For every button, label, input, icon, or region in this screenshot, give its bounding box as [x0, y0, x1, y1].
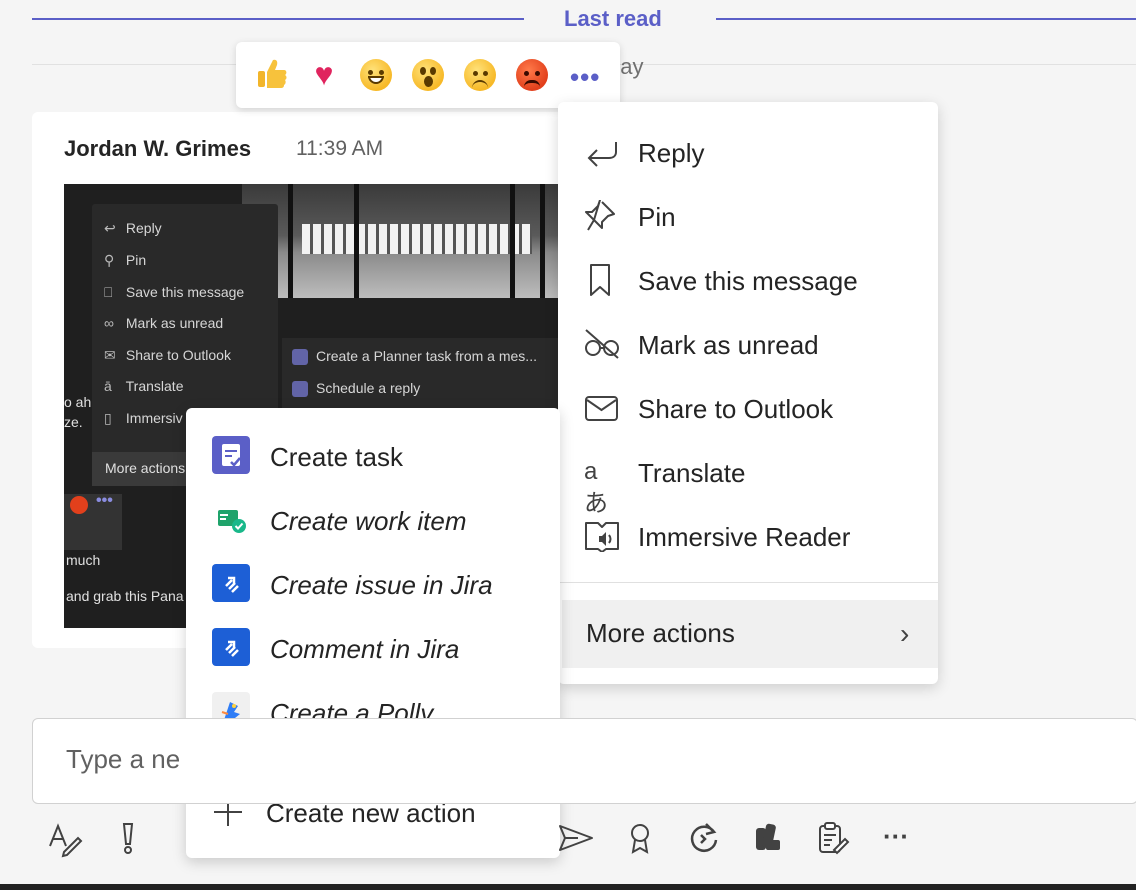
image-scene	[242, 184, 558, 298]
immersive-reader-icon	[585, 522, 619, 552]
mail-icon	[585, 396, 618, 421]
menu-item-translate[interactable]: aあ Translate	[558, 440, 938, 517]
message-context-menu: Reply Pin Save this message Mark as unre…	[558, 102, 938, 684]
menu-item-reply[interactable]: Reply	[558, 120, 938, 184]
heart-reaction-icon[interactable]: ♥	[308, 58, 340, 90]
angry-reaction-icon[interactable]	[516, 59, 548, 91]
important-icon[interactable]	[108, 818, 148, 858]
praise-icon[interactable]	[620, 818, 660, 858]
last-read-label: Last read	[564, 6, 662, 31]
apps-icon[interactable]	[748, 818, 788, 858]
menu-item-share-outlook[interactable]: Share to Outlook	[558, 376, 938, 440]
jira-icon	[212, 564, 250, 602]
image-submenu: Create a Planner task from a mes... Sche…	[282, 338, 558, 410]
reply-icon	[587, 142, 617, 167]
message-timestamp: 11:39 AM	[296, 137, 384, 160]
clipboard-icon[interactable]	[812, 818, 852, 858]
sad-reaction-icon[interactable]	[464, 59, 496, 91]
menu-divider	[558, 582, 938, 583]
compose-box[interactable]	[32, 718, 1136, 804]
surprised-reaction-icon[interactable]	[412, 59, 444, 91]
action-create-task[interactable]: Create task	[186, 424, 560, 488]
planner-app-icon	[212, 436, 250, 474]
message-author: Jordan W. Grimes	[64, 136, 252, 161]
action-comment-jira[interactable]: Comment in Jira	[186, 616, 560, 680]
action-create-work-item[interactable]: Create work item	[186, 488, 560, 552]
azure-boards-icon	[218, 510, 246, 533]
laugh-reaction-icon[interactable]	[360, 59, 392, 91]
send-icon[interactable]	[556, 818, 596, 858]
menu-item-mark-unread[interactable]: Mark as unread	[558, 312, 938, 376]
glasses-slash-icon	[585, 329, 619, 359]
pin-icon	[585, 200, 615, 231]
action-create-jira-issue[interactable]: Create issue in Jira	[186, 552, 560, 616]
like-reaction-icon[interactable]	[256, 57, 288, 91]
loop-icon[interactable]	[684, 818, 724, 858]
bookmark-icon	[590, 264, 610, 296]
menu-item-pin[interactable]: Pin	[558, 184, 938, 248]
chevron-right-icon: ›	[900, 618, 910, 649]
format-icon[interactable]	[44, 818, 84, 858]
reaction-bar: ♥ •••	[236, 42, 620, 108]
translate-icon: aあ	[584, 458, 608, 517]
more-reactions-button[interactable]: •••	[570, 62, 600, 93]
last-read-line-left	[32, 18, 524, 20]
last-read-line-right	[716, 18, 1136, 20]
menu-item-save[interactable]: Save this message	[558, 248, 938, 312]
menu-item-immersive-reader[interactable]: Immersive Reader	[558, 504, 938, 568]
more-options-icon[interactable]: ···	[876, 818, 916, 858]
menu-item-more-actions[interactable]: More actions ›	[562, 600, 938, 668]
bottom-strip	[0, 884, 1136, 890]
compose-placeholder: Type a ne	[66, 744, 181, 774]
jira-icon	[212, 628, 250, 666]
